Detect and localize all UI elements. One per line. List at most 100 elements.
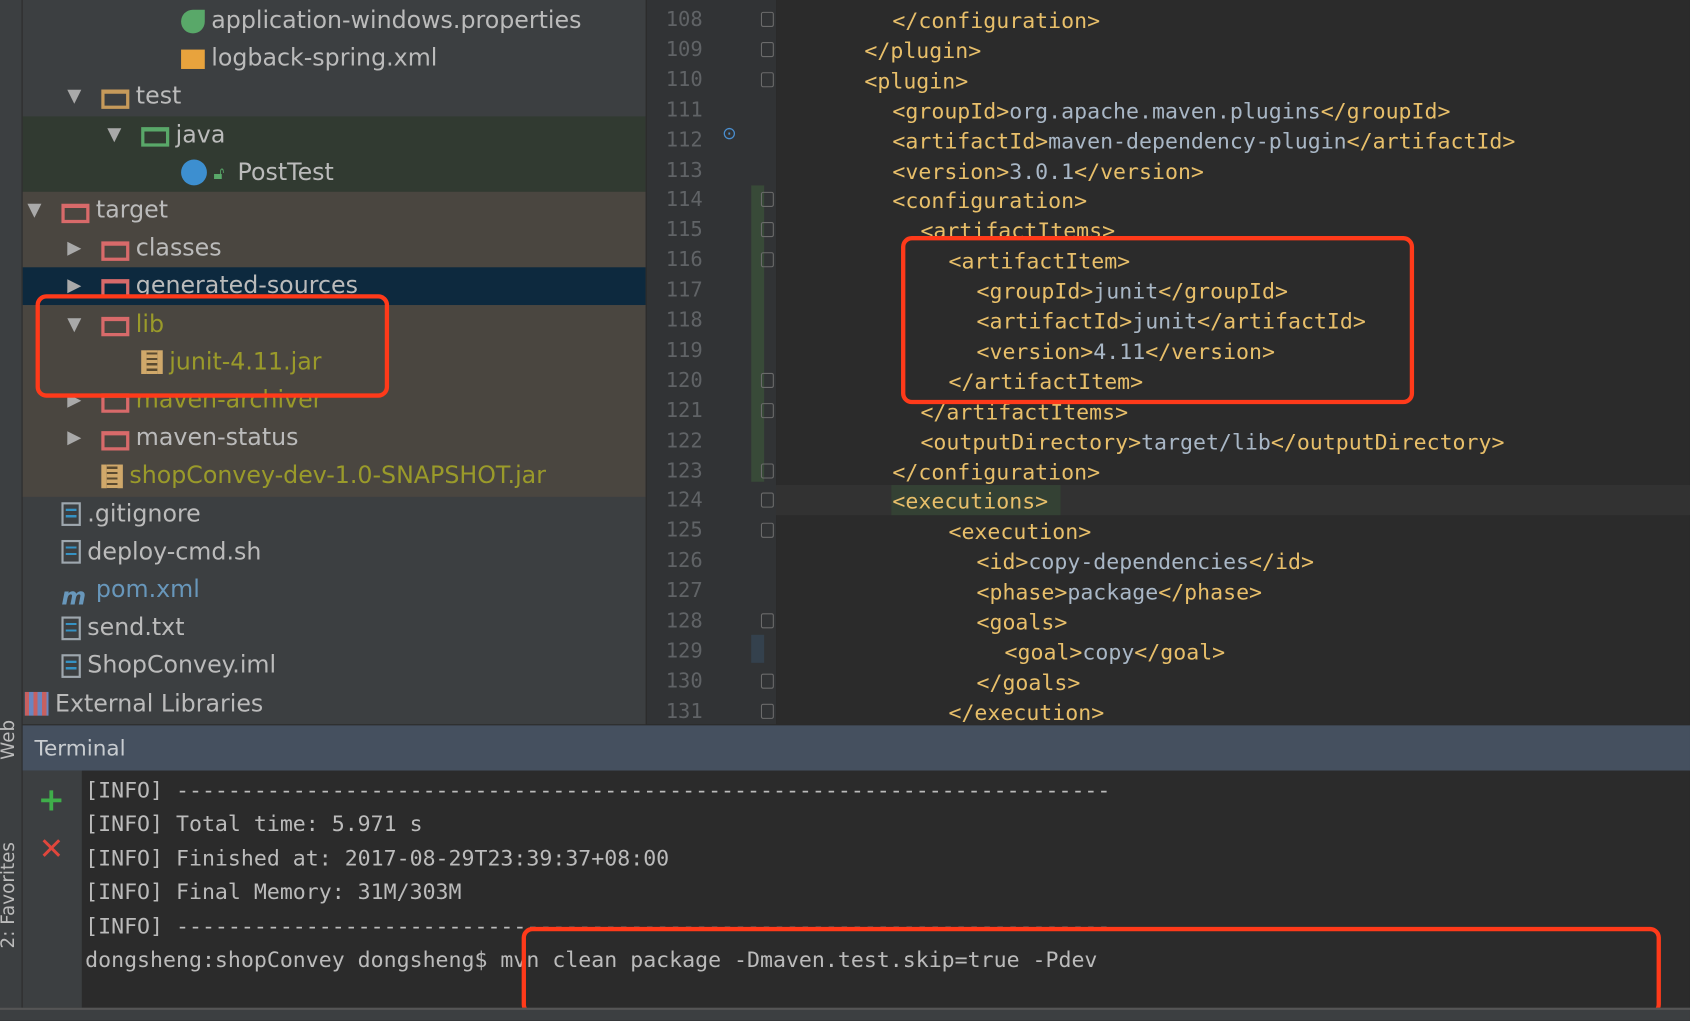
xml-tag: </configuration> — [892, 458, 1101, 485]
xml-tag: <phase> — [976, 578, 1068, 605]
tree-item[interactable]: ▼ java — [105, 116, 225, 154]
terminal-prompt: dongsheng:shopConvey dongsheng$ — [85, 946, 501, 973]
xml-tag: <id> — [976, 548, 1029, 575]
fold-marker-icon[interactable] — [760, 673, 774, 689]
code-line: </execution> — [948, 697, 1104, 724]
line-number: 128 — [665, 608, 703, 633]
code-line: <phase>package</phase> — [976, 577, 1262, 607]
fold-marker-icon[interactable] — [760, 402, 774, 418]
line-number: 108 — [665, 7, 703, 32]
line-number: 121 — [665, 398, 703, 423]
vcs-change-marker — [751, 634, 765, 663]
xml-tag: <execution> — [948, 518, 1092, 545]
fold-marker-icon[interactable] — [760, 222, 774, 238]
tree-item-label: logback-spring.xml — [211, 45, 438, 73]
terminal-toolbar: + ✕ — [22, 770, 82, 1008]
tree-item[interactable]: shopConvey-dev-1.0-SNAPSHOT.jar — [65, 457, 546, 495]
line-number: 125 — [665, 518, 703, 543]
tree-item[interactable]: application-windows.properties — [144, 2, 581, 40]
expanded-arrow-icon[interactable]: ▼ — [25, 192, 44, 230]
line-number: 111 — [665, 97, 703, 122]
tree-item-label: deploy-cmd.sh — [87, 538, 262, 566]
code-line: <execution> — [948, 517, 1091, 547]
tree-item[interactable]: ShopConvey.iml — [25, 647, 276, 685]
fold-marker-icon[interactable] — [760, 192, 774, 208]
new-session-icon[interactable]: + — [38, 781, 65, 819]
tree-item[interactable]: logback-spring.xml — [144, 40, 437, 78]
web-tool-tab[interactable]: Web — [0, 720, 19, 760]
line-number: 114 — [665, 187, 703, 212]
fold-marker-icon[interactable] — [760, 252, 774, 268]
xml-tag: </plugin> — [864, 37, 982, 64]
line-number: 123 — [665, 458, 703, 483]
line-number: 129 — [665, 639, 703, 663]
text-file-icon — [61, 502, 81, 527]
xml-value: copy — [1082, 639, 1135, 665]
override-marker-icon[interactable]: ⊙ — [722, 123, 736, 143]
tree-item-label: .gitignore — [87, 500, 201, 528]
fold-marker-icon[interactable] — [760, 703, 774, 719]
line-number: 122 — [665, 428, 703, 453]
xml-tag: <plugin> — [864, 67, 969, 94]
code-line: <plugin> — [864, 66, 968, 96]
line-number: 130 — [665, 669, 703, 693]
tree-item[interactable]: deploy-cmd.sh — [25, 533, 262, 571]
fold-marker-icon[interactable] — [760, 462, 774, 479]
xml-tag: </phase> — [1158, 578, 1263, 605]
collapsed-arrow-icon[interactable]: ▶ — [65, 419, 84, 457]
xml-value: copy-dependencies — [1028, 548, 1250, 575]
line-number: 127 — [665, 578, 703, 603]
fold-marker-icon[interactable] — [760, 41, 774, 58]
folder-tan-icon — [101, 89, 130, 109]
tree-item[interactable]: m pom.xml — [25, 571, 200, 611]
collapsed-arrow-icon[interactable]: ▶ — [65, 230, 84, 268]
tree-item-label: External Libraries — [54, 690, 264, 718]
tree-item[interactable]: send.txt — [25, 609, 185, 647]
xml-tag: </groupId> — [1320, 97, 1451, 124]
tree-item[interactable]: 🔓︎ PostTest — [144, 154, 334, 192]
tree-item[interactable]: External Libraries — [24, 685, 264, 723]
code-line: </plugin> — [864, 35, 981, 65]
library-icon — [24, 692, 49, 716]
tree-item-label: send.txt — [87, 614, 185, 642]
terminal-line: [INFO] ---------------------------------… — [85, 777, 1111, 803]
code-line: <artifactId>maven-dependency-plugin</art… — [892, 126, 1515, 156]
fold-marker-icon[interactable] — [760, 613, 774, 629]
line-number: 112 — [665, 127, 703, 152]
xml-tag: <goal> — [1004, 639, 1083, 665]
tree-item[interactable]: .gitignore — [25, 495, 201, 533]
fold-marker-icon[interactable] — [760, 372, 774, 388]
line-number: 110 — [665, 67, 703, 92]
code-editor[interactable]: ⊙ 108 </configuration> 109 </plugin> 110 <plu… — [646, 0, 1690, 725]
ide-window: Web 2: Favorites application-windows.pro… — [0, 0, 1690, 1021]
expanded-arrow-icon[interactable]: ▼ — [105, 116, 124, 154]
tree-item-label: application-windows.properties — [211, 7, 582, 35]
fold-marker-icon[interactable] — [760, 523, 774, 539]
tree-item[interactable]: ▼ test — [65, 78, 181, 116]
xml-tag: </goals> — [976, 669, 1081, 695]
expanded-arrow-icon[interactable]: ▼ — [65, 78, 84, 116]
terminal-output[interactable]: [INFO] ---------------------------------… — [81, 770, 1690, 1016]
xml-tag: <groupId> — [892, 97, 1010, 124]
close-session-icon[interactable]: ✕ — [39, 831, 64, 867]
tree-item-label: classes — [135, 235, 222, 263]
xml-file-icon — [181, 49, 205, 69]
line-number: 131 — [665, 699, 703, 723]
tree-item[interactable]: ▶ classes — [65, 230, 222, 268]
fold-marker-icon[interactable] — [760, 11, 774, 27]
fold-marker-icon[interactable] — [760, 492, 774, 509]
maven-icon: m — [61, 583, 87, 611]
line-number: 124 — [665, 488, 703, 513]
left-tool-strip: Web 2: Favorites — [0, 0, 23, 1019]
spring-properties-icon — [181, 9, 205, 33]
xml-value: 3.0.1 — [1009, 157, 1075, 184]
folder-red-icon — [101, 241, 130, 261]
tree-item[interactable]: ▼ target — [25, 192, 168, 230]
favorites-tool-tab[interactable]: 2: Favorites — [0, 842, 19, 948]
fold-marker-icon[interactable] — [760, 71, 774, 88]
terminal-line: [INFO] Finished at: 2017-08-29T23:39:37+… — [85, 844, 670, 871]
line-number: 119 — [665, 338, 703, 363]
tree-item[interactable]: ▶ maven-status — [65, 419, 298, 457]
code-line: <outputDirectory>target/lib</outputDirec… — [920, 426, 1504, 456]
artifact-item-highlight-box — [901, 236, 1415, 405]
